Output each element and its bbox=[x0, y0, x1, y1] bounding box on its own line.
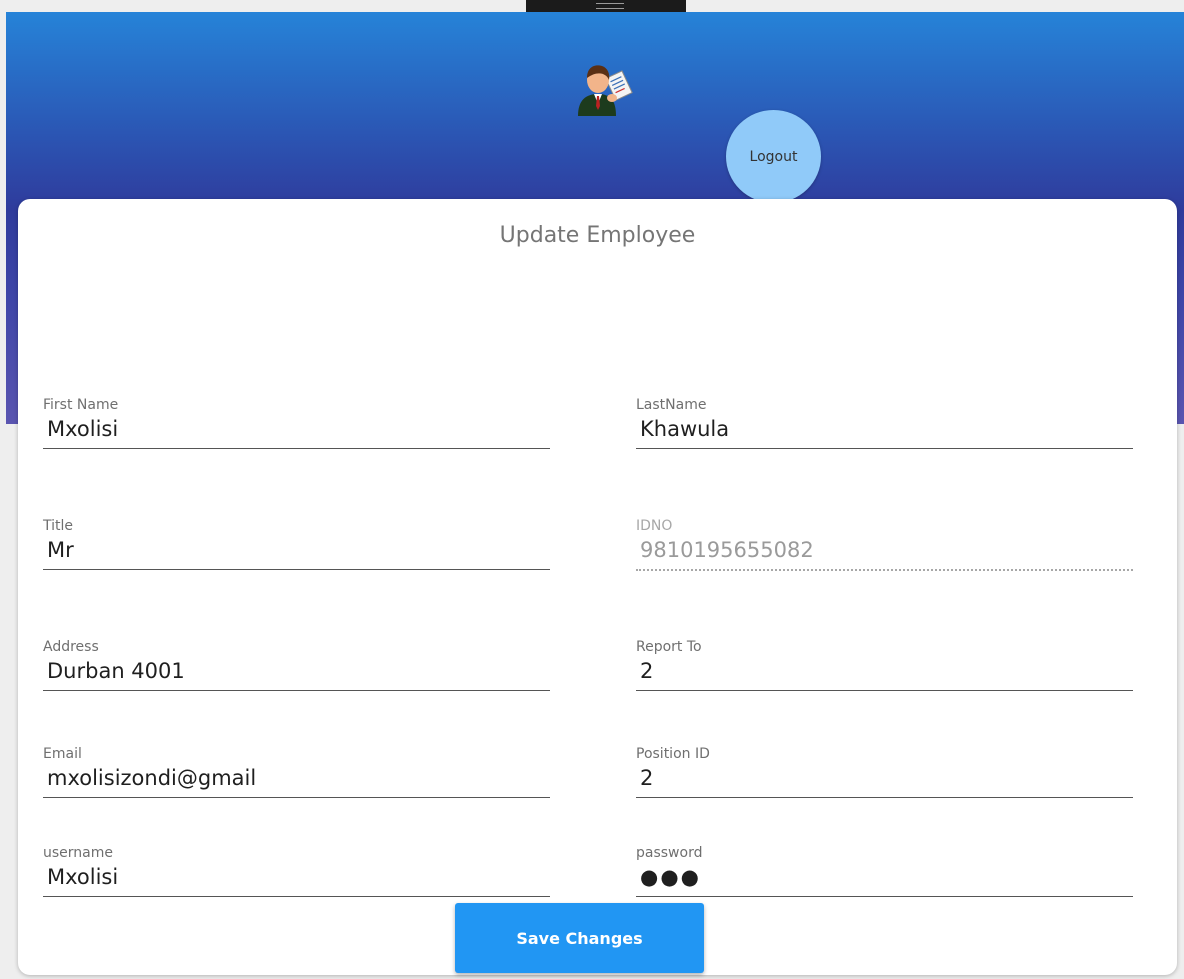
email-field[interactable]: Email mxolisizondi@gmail bbox=[43, 745, 550, 798]
email-label: Email bbox=[43, 746, 82, 762]
grip-icon bbox=[596, 3, 624, 9]
username-input[interactable]: Mxolisi bbox=[43, 862, 550, 892]
idno-underline bbox=[636, 569, 1133, 571]
title-input[interactable]: Mr bbox=[43, 535, 550, 565]
first-name-label: First Name bbox=[43, 397, 119, 413]
logout-button[interactable]: Logout bbox=[726, 110, 821, 203]
password-label: password bbox=[636, 845, 703, 861]
businessman-with-document-icon bbox=[578, 65, 633, 116]
password-underline bbox=[636, 896, 1133, 897]
title-label: Title bbox=[43, 518, 74, 534]
save-changes-button[interactable]: Save Changes bbox=[455, 903, 704, 973]
email-underline bbox=[43, 797, 550, 798]
title-field[interactable]: Title Mr bbox=[43, 517, 550, 570]
position-id-label: Position ID bbox=[636, 746, 710, 762]
report-to-field[interactable]: Report To 2 bbox=[636, 638, 1133, 691]
first-name-underline bbox=[43, 448, 550, 449]
position-id-field[interactable]: Position ID 2 bbox=[636, 745, 1133, 798]
last-name-label: LastName bbox=[636, 397, 707, 413]
report-to-input[interactable]: 2 bbox=[636, 656, 1133, 686]
position-id-input[interactable]: 2 bbox=[636, 763, 1133, 793]
last-name-field[interactable]: LastName Khawula bbox=[636, 396, 1133, 449]
password-field[interactable]: password ●●● bbox=[636, 844, 1133, 897]
first-name-input[interactable]: Mxolisi bbox=[43, 414, 550, 444]
address-field[interactable]: Address Durban 4001 bbox=[43, 638, 550, 691]
idno-field: IDNO 9810195655082 bbox=[636, 517, 1133, 571]
title-underline bbox=[43, 569, 550, 570]
update-employee-card: Update Employee First Name Mxolisi LastN… bbox=[18, 199, 1177, 975]
username-label: username bbox=[43, 845, 113, 861]
last-name-input[interactable]: Khawula bbox=[636, 414, 1133, 444]
last-name-underline bbox=[636, 448, 1133, 449]
idno-label: IDNO bbox=[636, 518, 673, 534]
username-field[interactable]: username Mxolisi bbox=[43, 844, 550, 897]
first-name-field[interactable]: First Name Mxolisi bbox=[43, 396, 550, 449]
page-title: Update Employee bbox=[499, 223, 696, 248]
address-input[interactable]: Durban 4001 bbox=[43, 656, 550, 686]
report-to-underline bbox=[636, 690, 1133, 691]
username-underline bbox=[43, 896, 550, 897]
email-input[interactable]: mxolisizondi@gmail bbox=[43, 763, 550, 793]
report-to-label: Report To bbox=[636, 639, 702, 655]
address-underline bbox=[43, 690, 550, 691]
window-drag-handle[interactable] bbox=[526, 0, 686, 12]
address-label: Address bbox=[43, 639, 99, 655]
position-id-underline bbox=[636, 797, 1133, 798]
password-input[interactable]: ●●● bbox=[636, 862, 1133, 892]
idno-input: 9810195655082 bbox=[640, 538, 814, 562]
